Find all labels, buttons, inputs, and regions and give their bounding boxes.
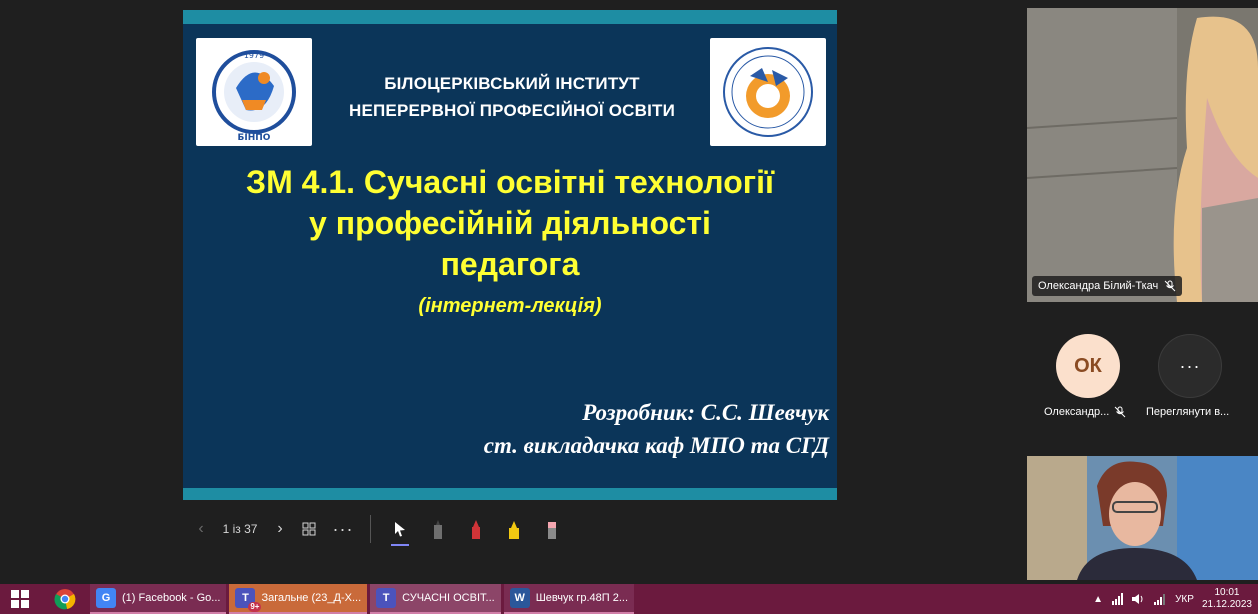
chrome-taskbar-button[interactable] bbox=[40, 584, 90, 614]
eraser-icon bbox=[548, 522, 556, 539]
chrome-icon bbox=[54, 589, 76, 610]
shared-slide[interactable]: 1979 БІНПО БІЛОЦЕРКІВСЬКИЙ ІНСТИТУТ НЕПЕ… bbox=[183, 10, 837, 500]
slide-title-line2: у професійній діяльності bbox=[309, 205, 711, 241]
grid-view-button[interactable] bbox=[292, 514, 326, 544]
participant-name: Олександра Білий-Ткач bbox=[1038, 280, 1159, 292]
taskbar-item-label: СУЧАСНІ ОСВІТ... bbox=[402, 592, 495, 604]
eraser-tool-button[interactable] bbox=[533, 514, 571, 544]
department-logo bbox=[710, 38, 826, 146]
volume-icon[interactable] bbox=[1131, 593, 1145, 605]
taskbar-item-label: Загальне (23_Д-Х... bbox=[261, 592, 362, 604]
institute-name-line2: НЕПЕРЕРВНОЇ ПРОФЕСІЙНОЇ ОСВІТИ bbox=[348, 101, 676, 120]
previous-slide-button[interactable]: ‹ bbox=[190, 514, 212, 544]
institute-logo: 1979 БІНПО bbox=[196, 38, 312, 146]
logo-abbrev: БІНПО bbox=[238, 133, 271, 143]
taskbar-item-teams-meeting[interactable]: T СУЧАСНІ ОСВІТ... bbox=[370, 584, 501, 614]
taskbar-item-word-document[interactable]: W Шевчук гр.48П 2... bbox=[503, 584, 635, 614]
slide-controls: ‹ 1 із 37 › ··· bbox=[190, 512, 571, 546]
next-slide-button[interactable]: › bbox=[268, 514, 292, 544]
participant-name-tag: Олександра Білий-Ткач bbox=[1032, 276, 1183, 296]
view-more-label: Переглянути в... bbox=[1146, 406, 1230, 418]
grid-view-icon bbox=[302, 522, 316, 536]
controls-divider bbox=[370, 515, 371, 543]
teams-icon: T bbox=[376, 588, 397, 608]
slide-author-position: ст. викладачка каф МПО та СГД bbox=[483, 433, 829, 458]
avatar-participant-name: Олександр... bbox=[1044, 406, 1110, 418]
start-button[interactable] bbox=[0, 584, 40, 614]
pen-red-tool-button[interactable] bbox=[457, 514, 495, 544]
meeting-stage: 1979 БІНПО БІЛОЦЕРКІВСЬКИЙ ІНСТИТУТ НЕПЕ… bbox=[0, 0, 1258, 584]
slide-author: Розробник: С.С. Шевчук bbox=[582, 400, 829, 425]
avatar-participant-label: Олександр... bbox=[1044, 406, 1126, 418]
participant-video-1[interactable]: Олександра Білий-Ткач bbox=[1027, 8, 1258, 302]
view-more-participants-button[interactable]: ··· bbox=[1158, 334, 1222, 398]
participant-avatar[interactable]: ОК bbox=[1056, 334, 1120, 398]
windows-icon bbox=[11, 590, 29, 608]
slide-top-band bbox=[183, 10, 837, 24]
pen-black-tool-button[interactable] bbox=[419, 514, 457, 544]
slide-title-line1: ЗМ 4.1. Сучасні освітні технології bbox=[246, 164, 774, 200]
teams-icon: T 9+ bbox=[235, 588, 262, 612]
clock-time: 10:01 bbox=[1214, 587, 1240, 598]
mic-off-icon bbox=[1114, 406, 1126, 418]
chrome-profile-icon: G bbox=[96, 588, 116, 608]
word-icon: W bbox=[509, 588, 530, 608]
windows-taskbar: G (1) Facebook - Go... T 9+ Загальне (23_… bbox=[0, 584, 1258, 614]
system-tray: ▲ УКР 10:01 21.12.2023 bbox=[1093, 584, 1252, 614]
show-hidden-icons-button[interactable]: ▲ bbox=[1093, 594, 1103, 605]
language-indicator[interactable]: УКР bbox=[1175, 594, 1194, 605]
taskbar-item-label: Шевчук гр.48П 2... bbox=[535, 592, 629, 604]
participant-video-frame bbox=[1027, 456, 1258, 580]
slide-page-indicator: 1 із 37 bbox=[222, 522, 258, 536]
taskbar-item-teams-general[interactable]: T 9+ Загальне (23_Д-Х... bbox=[229, 584, 368, 614]
signal-icon[interactable] bbox=[1153, 593, 1167, 605]
logo-year: 1979 bbox=[244, 51, 264, 60]
more-options-button[interactable]: ··· bbox=[326, 514, 360, 544]
system-clock[interactable]: 10:01 21.12.2023 bbox=[1202, 587, 1252, 611]
clock-date: 21.12.2023 bbox=[1201, 599, 1252, 610]
participant-video-2[interactable] bbox=[1027, 456, 1258, 580]
institute-name-line1: БІЛОЦЕРКІВСЬКИЙ ІНСТИТУТ bbox=[384, 74, 640, 93]
slide-bottom-band bbox=[183, 488, 837, 500]
highlighter-tool-button[interactable] bbox=[495, 514, 533, 544]
notification-badge: 9+ bbox=[248, 602, 262, 612]
pointer-tool-button[interactable] bbox=[381, 514, 419, 546]
pen-black-icon bbox=[434, 520, 442, 539]
pen-red-icon bbox=[472, 520, 480, 539]
taskbar-item-label: (1) Facebook - Go... bbox=[122, 592, 221, 604]
slide-subtitle: (інтернет-лекція) bbox=[418, 295, 602, 317]
mic-off-icon bbox=[1164, 280, 1176, 292]
taskbar-item-facebook[interactable]: G (1) Facebook - Go... bbox=[90, 584, 227, 614]
participant-video-frame bbox=[1027, 8, 1258, 302]
slide-title-line3: педагога bbox=[440, 246, 580, 282]
highlighter-icon bbox=[509, 521, 519, 539]
pointer-icon bbox=[395, 522, 405, 537]
network-icon[interactable] bbox=[1111, 593, 1124, 605]
